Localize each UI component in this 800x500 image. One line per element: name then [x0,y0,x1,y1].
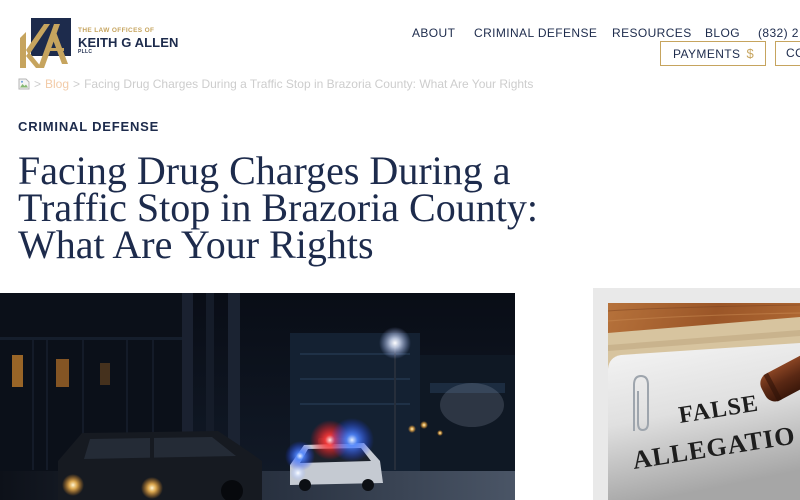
steam-cloud [440,383,504,427]
site-logo[interactable]: THE LAW OFFICES OF KEITH G ALLEN PLLC [18,18,188,70]
breadcrumb-home-link[interactable] [18,78,30,90]
false-allegation-photo: FALSE ALLEGATIO [608,303,800,500]
breadcrumb: > Blog > Facing Drug Charges During a Traff… [18,77,533,91]
page: THE LAW OFFICES OF KEITH G ALLEN PLLC AB… [0,0,800,500]
featured-image [0,293,515,500]
article-title: Facing Drug Charges During a Traffic Sto… [18,148,538,267]
broken-image-icon [18,78,30,90]
related-article-card[interactable]: FALSE ALLEGATIO [593,288,800,500]
logo-monogram-icon [20,18,71,68]
logo-suffix: PLLC [78,49,93,55]
logo-firm-name: KEITH G ALLEN [78,35,179,50]
breadcrumb-current-page: Facing Drug Charges During a Traffic Sto… [84,77,534,91]
payments-button-label: PAYMENTS [673,47,741,61]
nav-phone-number[interactable]: (832) 2 [758,25,800,41]
breadcrumb-separator: > [34,77,42,91]
breadcrumb-separator: > [73,77,81,91]
nav-about[interactable]: ABOUT [412,25,455,41]
breadcrumb-blog-link[interactable]: Blog [45,77,69,91]
nav-criminal-defense[interactable]: CRIMINAL DEFENSE [474,25,597,41]
contact-button[interactable]: CO [775,41,800,66]
contact-button-label: CO [786,46,800,60]
related-article-image: FALSE ALLEGATIO [608,303,800,500]
payments-button[interactable]: PAYMENTS $ [660,41,766,66]
article-category-link[interactable]: CRIMINAL DEFENSE [18,119,159,134]
nav-resources[interactable]: RESOURCES [612,25,692,41]
suv [58,431,262,500]
logo-tagline: THE LAW OFFICES OF [78,27,155,34]
dollar-sign-icon: $ [746,46,755,61]
nav-blog[interactable]: BLOG [705,25,740,41]
night-traffic-stop-photo [0,293,515,500]
